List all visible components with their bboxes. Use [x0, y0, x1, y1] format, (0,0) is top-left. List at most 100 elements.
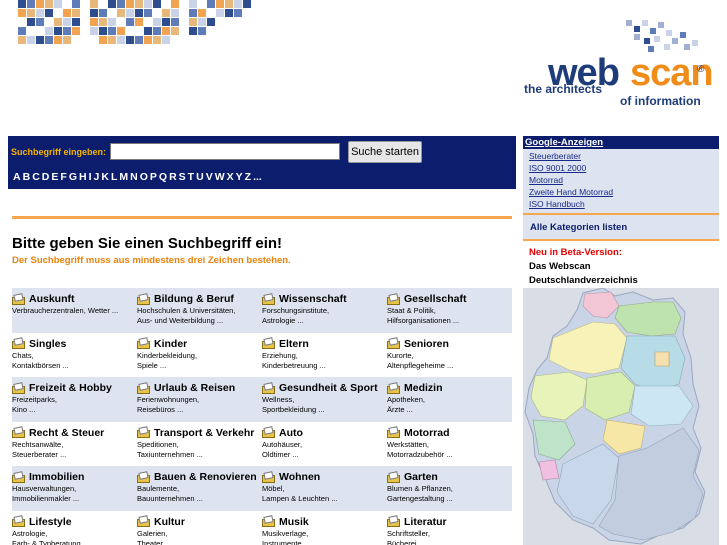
category-header[interactable]: Wohnen: [262, 470, 387, 484]
category-title-link[interactable]: Lifestyle: [29, 516, 72, 528]
category-header[interactable]: Immobilien: [12, 470, 137, 484]
category-title-link[interactable]: Gesundheit & Sport: [279, 382, 378, 394]
alphabet-letter-link[interactable]: G: [69, 171, 77, 183]
alphabet-letter-link[interactable]: N: [130, 171, 138, 183]
alphabet-letter-link[interactable]: F: [60, 171, 66, 183]
category-header[interactable]: Urlaub & Reisen: [137, 381, 262, 395]
category-item: Bauen & Renovieren Baulemente, Bauunterneh…: [137, 470, 262, 504]
alphabet-letter-link[interactable]: Y: [236, 171, 243, 183]
ad-link[interactable]: ISO 9001 2000: [529, 163, 586, 173]
category-item: Eltern Erziehung, Kinderbetreuung ...: [262, 337, 387, 371]
alphabet-letter-link[interactable]: E: [51, 171, 58, 183]
category-title-link[interactable]: Transport & Verkehr: [154, 427, 254, 439]
alphabet-letter-link[interactable]: H: [79, 171, 87, 183]
alphabet-letter-link[interactable]: ...: [253, 171, 262, 183]
category-header[interactable]: Gesellschaft: [387, 292, 512, 306]
category-header[interactable]: Literatur: [387, 515, 512, 529]
category-title-link[interactable]: Medizin: [404, 382, 443, 394]
alphabet-letter-link[interactable]: C: [32, 171, 40, 183]
alphabet-letter-link[interactable]: Q: [159, 171, 167, 183]
category-title-link[interactable]: Kultur: [154, 516, 185, 528]
alphabet-letter-link[interactable]: X: [227, 171, 234, 183]
category-title-link[interactable]: Singles: [29, 338, 66, 350]
category-header[interactable]: Eltern: [262, 337, 387, 351]
category-header[interactable]: Senioren: [387, 337, 512, 351]
category-title-link[interactable]: Recht & Steuer: [29, 427, 104, 439]
mosaic-tile: [117, 27, 125, 35]
category-title-link[interactable]: Wohnen: [279, 471, 320, 483]
category-header[interactable]: Wissenschaft: [262, 292, 387, 306]
folder-icon: [262, 426, 276, 438]
category-title-link[interactable]: Auskunft: [29, 293, 75, 305]
webscan-logo[interactable]: web scan ® the architects of information: [522, 18, 722, 110]
alphabet-letter-link[interactable]: P: [150, 171, 157, 183]
category-title-link[interactable]: Freizeit & Hobby: [29, 382, 112, 394]
category-title-link[interactable]: Motorrad: [404, 427, 450, 439]
category-subtopics-line-2: Gartengestaltung ...: [387, 494, 453, 503]
search-button[interactable]: Suche starten: [348, 141, 422, 163]
alphabet-letter-link[interactable]: D: [42, 171, 50, 183]
germany-map[interactable]: [523, 287, 719, 545]
alphabet-letter-link[interactable]: Z: [245, 171, 251, 183]
category-header[interactable]: Lifestyle: [12, 515, 137, 529]
alphabet-letter-link[interactable]: V: [206, 171, 213, 183]
category-header[interactable]: Freizeit & Hobby: [12, 381, 137, 395]
ad-link[interactable]: Zweite Hand Motorrad: [529, 187, 613, 197]
category-header[interactable]: Gesundheit & Sport: [262, 381, 387, 395]
ad-link[interactable]: ISO Handbuch: [529, 199, 585, 209]
category-title-link[interactable]: Urlaub & Reisen: [154, 382, 235, 394]
category-subtopics-line-2: Steuerberater ...: [12, 449, 67, 459]
category-title-link[interactable]: Literatur: [404, 516, 447, 528]
alphabet-letter-link[interactable]: U: [196, 171, 204, 183]
category-title-link[interactable]: Eltern: [279, 338, 309, 350]
alphabet-letter-link[interactable]: M: [119, 171, 128, 183]
category-header[interactable]: Singles: [12, 337, 137, 351]
category-header[interactable]: Kinder: [137, 337, 262, 351]
category-title-link[interactable]: Senioren: [404, 338, 449, 350]
category-header[interactable]: Garten: [387, 470, 512, 484]
category-header[interactable]: Musik: [262, 515, 387, 529]
mosaic-tile: [135, 36, 143, 44]
category-title-link[interactable]: Gesellschaft: [404, 293, 466, 305]
alphabet-letter-link[interactable]: S: [179, 171, 186, 183]
category-header[interactable]: Transport & Verkehr: [137, 426, 262, 440]
alphabet-letter-link[interactable]: J: [94, 171, 100, 183]
alphabet-letter-link[interactable]: T: [188, 171, 194, 183]
alphabet-letter-link[interactable]: I: [89, 171, 92, 183]
category-header[interactable]: Bauen & Renovieren: [137, 470, 262, 484]
category-title-link[interactable]: Musik: [279, 516, 309, 528]
category-title-link[interactable]: Garten: [404, 471, 438, 483]
mosaic-tile: [72, 0, 80, 8]
alphabet-letter-link[interactable]: K: [101, 171, 109, 183]
category-header[interactable]: Auskunft: [12, 292, 137, 306]
category-header[interactable]: Kultur: [137, 515, 262, 529]
category-title-link[interactable]: Kinder: [154, 338, 187, 350]
alphabet-letter-link[interactable]: R: [169, 171, 177, 183]
search-input[interactable]: [110, 143, 340, 160]
category-title-link[interactable]: Auto: [279, 427, 303, 439]
mosaic-tile: [189, 18, 197, 26]
alphabet-letter-link[interactable]: L: [111, 171, 117, 183]
category-header[interactable]: Recht & Steuer: [12, 426, 137, 440]
ad-link[interactable]: Steuerberater: [529, 151, 581, 161]
folder-icon: [137, 426, 151, 438]
alphabet-letter-link[interactable]: O: [140, 171, 148, 183]
category-header[interactable]: Bildung & Beruf: [137, 292, 262, 306]
alphabet-letter-link[interactable]: B: [23, 171, 31, 183]
category-item: Garten Blumen & Pflanzen, Gartengestaltung…: [387, 470, 512, 504]
category-subtopics-line-1: Ferienwohnungen,: [137, 395, 200, 404]
category-header[interactable]: Medizin: [387, 381, 512, 395]
category-item: Kinder Kinderbekleidung, Spiele ...: [137, 337, 262, 371]
alphabet-letter-link[interactable]: A: [13, 171, 21, 183]
category-title-link[interactable]: Wissenschaft: [279, 293, 347, 305]
category-header[interactable]: Motorrad: [387, 426, 512, 440]
ad-link[interactable]: Motorrad: [529, 175, 563, 185]
ads-title-link[interactable]: Google-Anzeigen: [525, 137, 603, 148]
alphabet-letter-link[interactable]: W: [215, 171, 225, 183]
category-title-link[interactable]: Immobilien: [29, 471, 84, 483]
category-item: Senioren Kurorte, Altenpflegeheime ...: [387, 337, 512, 371]
all-categories-link[interactable]: Alle Kategorien listen: [530, 222, 627, 233]
category-title-link[interactable]: Bildung & Beruf: [154, 293, 234, 305]
category-header[interactable]: Auto: [262, 426, 387, 440]
category-title-link[interactable]: Bauen & Renovieren: [154, 471, 257, 483]
